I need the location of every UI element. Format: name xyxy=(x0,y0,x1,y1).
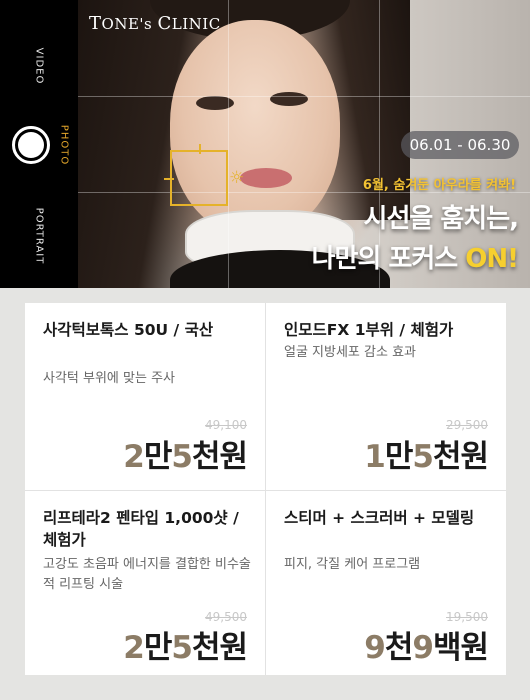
original-price: 29,500 xyxy=(446,418,488,432)
product-description: 피지, 각질 케어 프로그램 xyxy=(284,557,421,572)
shutter-button[interactable] xyxy=(12,126,50,164)
product-description: 얼굴 지방세포 감소 효과 xyxy=(284,345,416,360)
camera-grid-line xyxy=(78,96,530,97)
clinic-logo: TONE's CLINIC xyxy=(89,13,221,34)
camera-mode-bar: VIDEO PHOTO PORTRAIT xyxy=(0,0,78,288)
product-description: 사각턱 부위에 맞는 주사 xyxy=(43,371,175,386)
sale-price: 9천9백원 xyxy=(364,630,489,666)
sale-price: 1만5천원 xyxy=(364,439,489,475)
product-title: 인모드FX 1부위 / 체험가 xyxy=(284,321,454,339)
exposure-sun-icon[interactable]: ☼ xyxy=(229,170,244,187)
camera-grid-line xyxy=(228,0,229,288)
banner-headline-2: 나만의 포커스 ON! xyxy=(311,244,519,274)
event-date-badge: 06.01 - 06.30 xyxy=(401,131,519,159)
banner-tagline: 6월, 숨겨둔 아우라를 켜봐! xyxy=(362,178,516,193)
product-title: 리프테라2 펜타입 1,000샷 / 체험가 xyxy=(43,509,239,549)
product-card[interactable]: 스티머 + 스크러버 + 모델링 피지, 각질 케어 프로그램 19,500 9… xyxy=(266,491,506,675)
product-title: 스티머 + 스크러버 + 모델링 xyxy=(284,509,475,527)
product-grid: 사각턱보톡스 50U / 국산 사각턱 부위에 맞는 주사 49,100 2만5… xyxy=(25,303,506,675)
product-title: 사각턱보톡스 50U / 국산 xyxy=(43,321,214,339)
product-description: 고강도 초음파 에너지를 결합한 비수술적 리프팅 시술 xyxy=(43,557,251,592)
banner-headline-1: 시선을 훔치는, xyxy=(363,204,519,234)
product-card[interactable]: 리프테라2 펜타입 1,000샷 / 체험가 고강도 초음파 에너지를 결합한 … xyxy=(25,491,265,675)
model-lips xyxy=(240,168,292,188)
original-price: 49,100 xyxy=(205,418,247,432)
hero-banner: ☼ TONE's CLINIC 06.01 - 06.30 6월, 숨겨둔 아우… xyxy=(0,0,530,288)
product-card[interactable]: 사각턱보톡스 50U / 국산 사각턱 부위에 맞는 주사 49,100 2만5… xyxy=(25,303,265,490)
sale-price: 2만5천원 xyxy=(123,630,248,666)
focus-frame-icon[interactable] xyxy=(164,144,228,206)
model-eye-right xyxy=(270,92,308,106)
sale-price: 2만5천원 xyxy=(123,439,248,475)
product-card[interactable]: 인모드FX 1부위 / 체험가 얼굴 지방세포 감소 효과 29,500 1만5… xyxy=(266,303,506,490)
